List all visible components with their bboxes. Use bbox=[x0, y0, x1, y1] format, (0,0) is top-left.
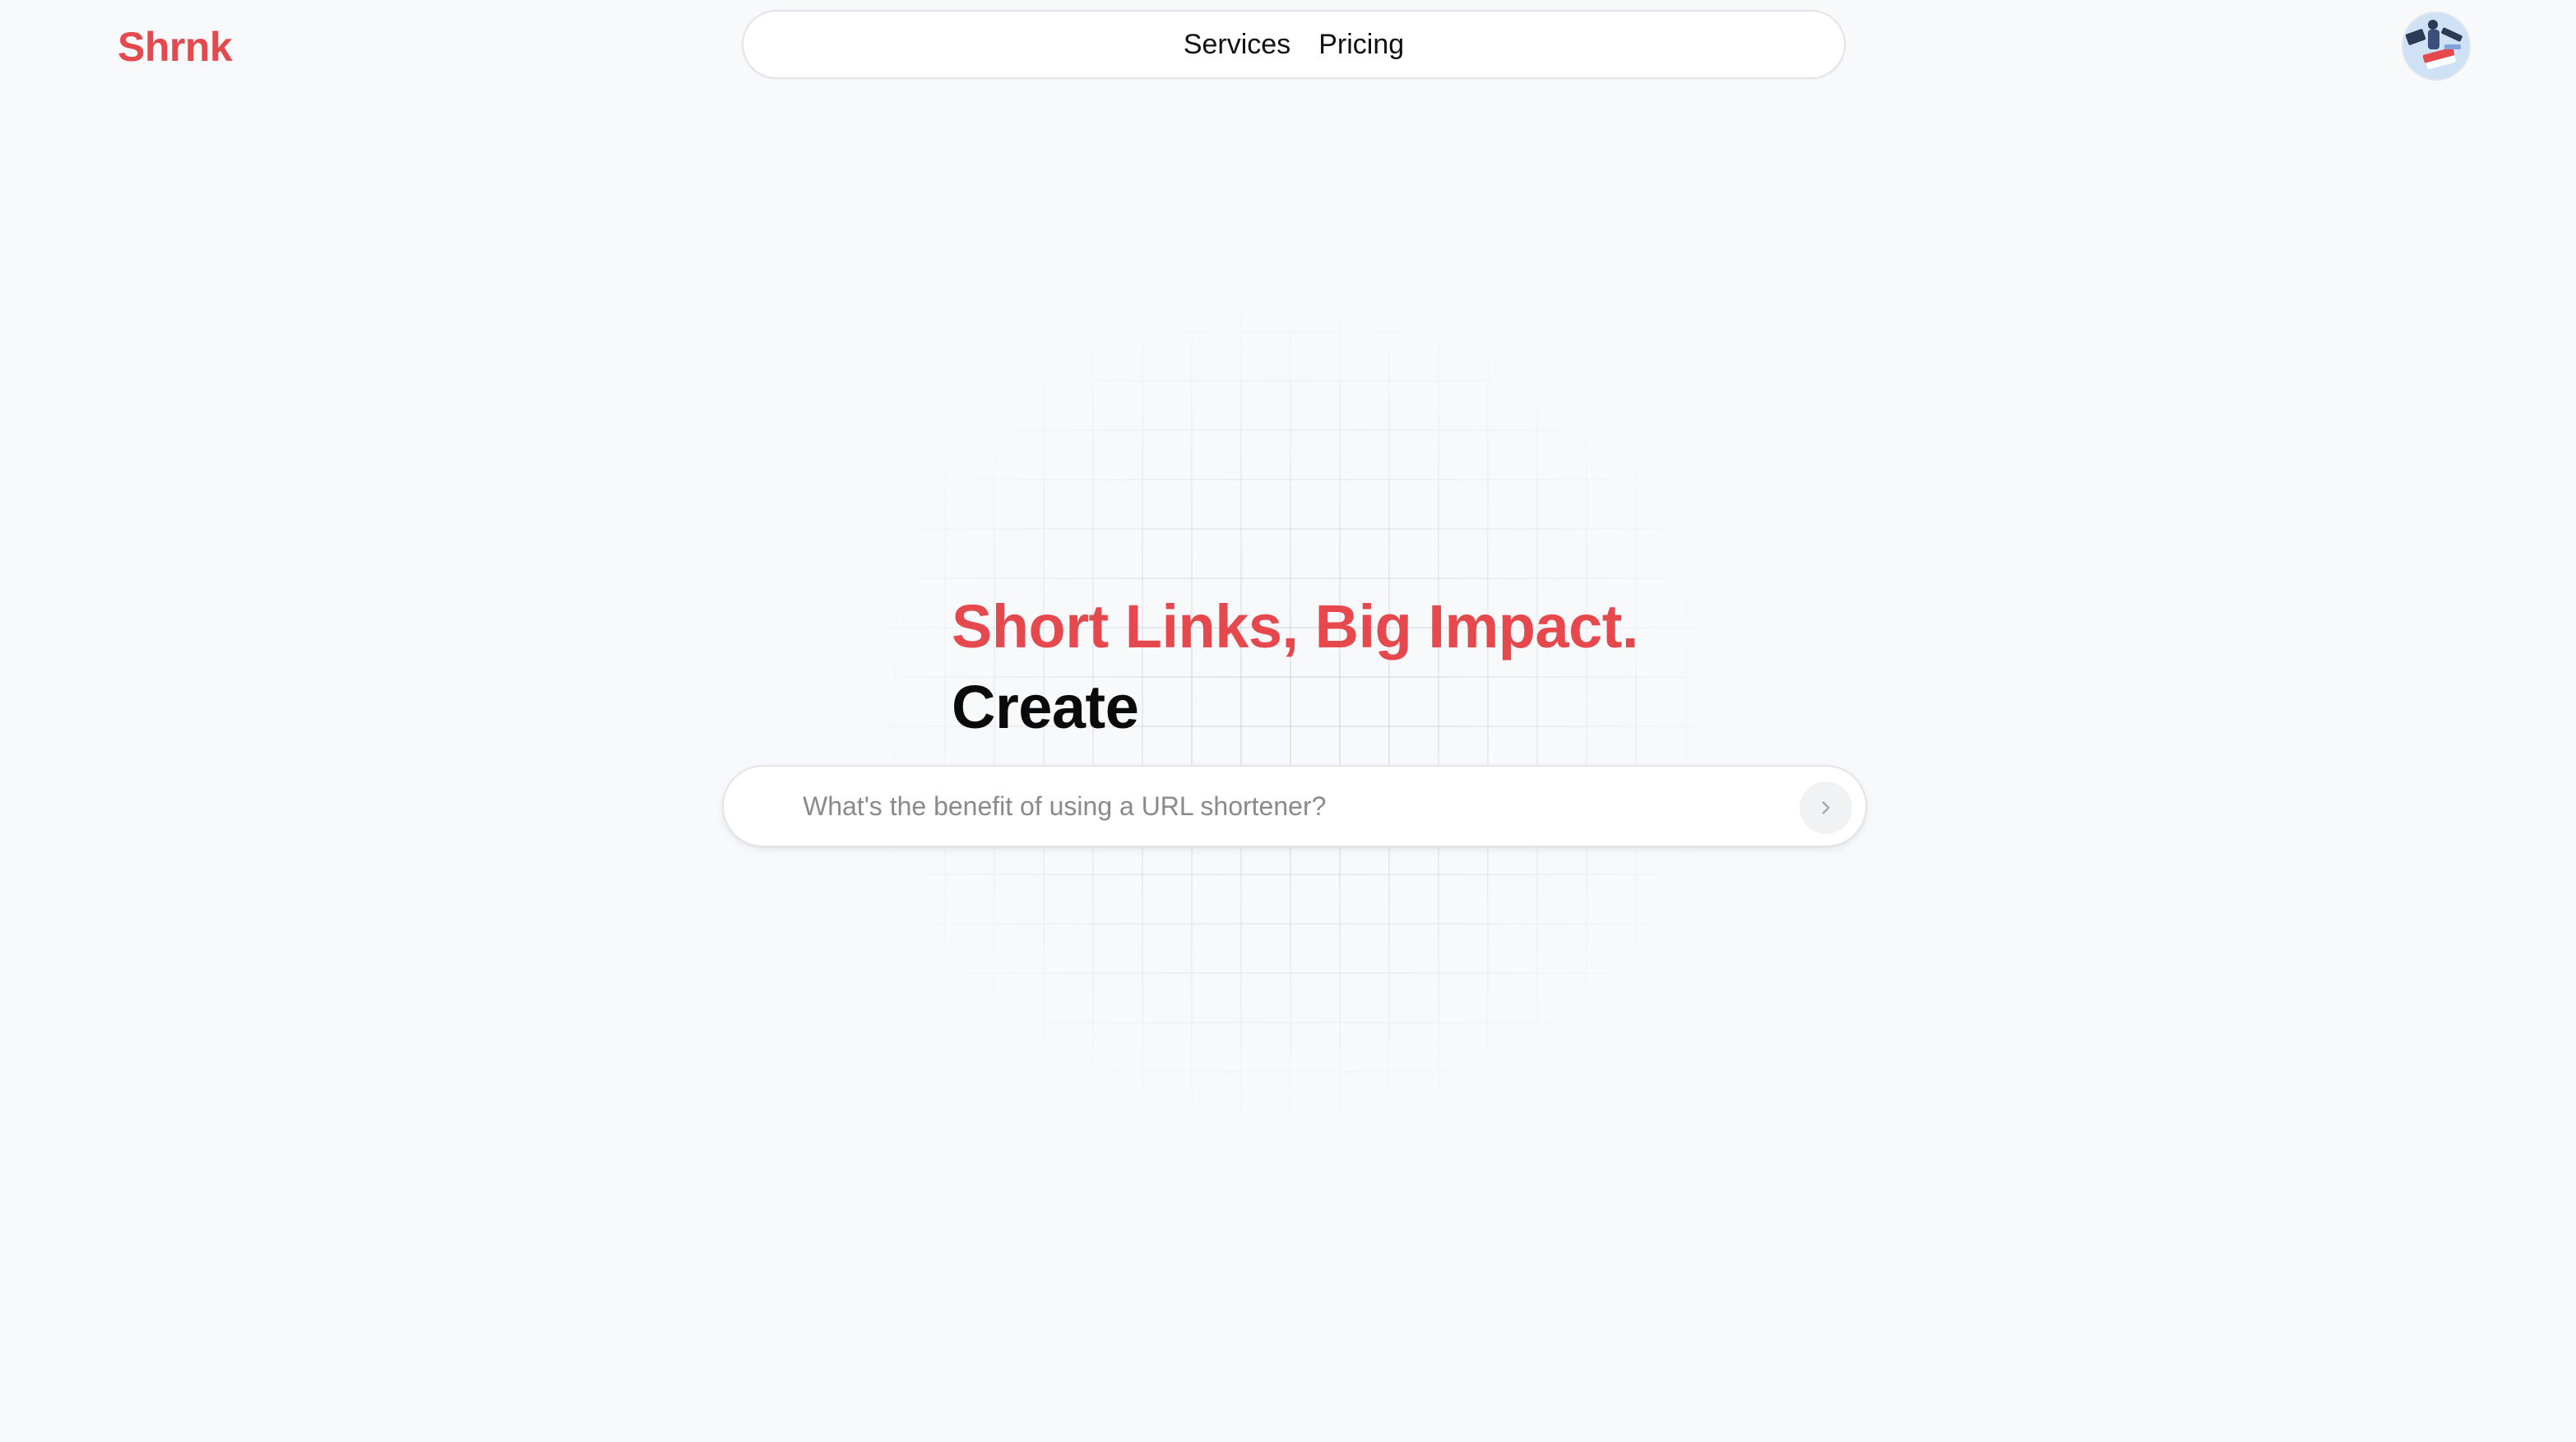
user-avatar[interactable] bbox=[2403, 13, 2469, 79]
brand-logo[interactable]: Shrnk bbox=[118, 18, 233, 76]
search-input[interactable] bbox=[803, 781, 1691, 831]
hero-headline: Short Links, Big Impact. bbox=[952, 592, 1639, 661]
search-bar bbox=[722, 765, 1867, 847]
page: Shrnk Services Pricing Short Links, Big … bbox=[0, 0, 2576, 1442]
nav-item-pricing[interactable]: Pricing bbox=[1318, 29, 1404, 61]
nav-item-services[interactable]: Services bbox=[1184, 29, 1290, 61]
chevron-right-icon bbox=[1822, 801, 1830, 814]
hero-subline: Create bbox=[952, 673, 1139, 741]
avatar-illustration-icon bbox=[2403, 13, 2469, 79]
submit-button[interactable] bbox=[1800, 781, 1852, 834]
main-nav: Services Pricing bbox=[742, 10, 1846, 79]
